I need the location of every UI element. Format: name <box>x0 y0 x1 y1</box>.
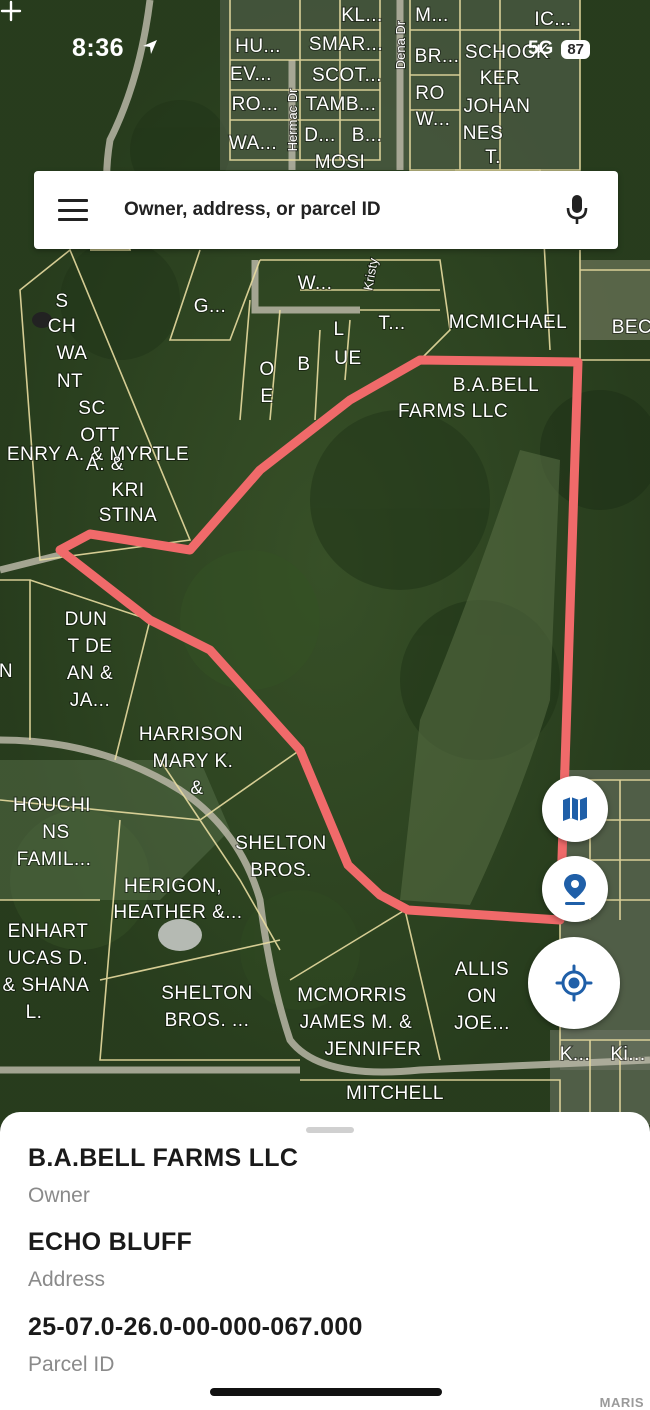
parcel-label: HEATHER &... <box>113 902 242 923</box>
parcel-id-value: 25-07.0-26.0-00-000-067.000 <box>28 1313 363 1341</box>
map-layers-button[interactable] <box>542 776 608 842</box>
parcel-label: SHELTON <box>161 983 253 1004</box>
parcel-label: SCOT... <box>312 65 382 86</box>
my-location-icon <box>555 964 593 1002</box>
parcel-label: K... <box>560 1044 591 1065</box>
parcel-label: JENNIFER <box>325 1039 422 1060</box>
parcel-label: UCAS D. <box>8 948 89 969</box>
parcel-label: TAMB... <box>306 94 377 115</box>
drop-pin-button[interactable] <box>542 856 608 922</box>
crosshair-icon <box>0 0 22 22</box>
parcel-label: A. & <box>86 454 124 475</box>
parcel-label: HERIGON, <box>124 876 222 897</box>
parcel-label: MARY K. <box>153 751 234 772</box>
address-value: ECHO BLUFF <box>28 1228 193 1256</box>
parcel-label: W... <box>298 273 333 294</box>
parcel-label: T DE <box>68 636 113 657</box>
status-time: 8:36 <box>72 34 125 62</box>
parcel-label: STINA <box>99 505 157 526</box>
parcel-label: IC... <box>534 9 571 30</box>
parcel-label: RO... <box>232 94 279 115</box>
status-right: 5G 87 <box>528 38 590 60</box>
parcel-label: HARRISON <box>139 724 243 745</box>
parcel-label: BEC <box>612 317 650 338</box>
parcel-label: Ki... <box>610 1044 645 1065</box>
parcel-label: N <box>0 661 13 682</box>
parcel-label: NT <box>57 371 83 392</box>
my-location-button[interactable] <box>528 937 620 1029</box>
parcel-label: M... <box>415 5 449 26</box>
parcel-label: JOHAN <box>464 96 531 117</box>
parcel-label: S <box>55 291 68 312</box>
parcel-label: FAMIL... <box>17 849 92 870</box>
parcel-label: ALLIS <box>455 959 509 980</box>
location-arrow-icon <box>143 40 157 54</box>
parcel-label: MCMORRIS <box>297 985 407 1006</box>
parcel-label: O <box>259 359 274 380</box>
parcel-label: B... <box>352 125 383 146</box>
parcel-label: ON <box>467 986 497 1007</box>
parcel-label: E <box>260 386 273 407</box>
microphone-icon[interactable] <box>564 193 590 227</box>
parcel-label: L <box>333 319 344 340</box>
parcel-label: JA... <box>70 690 111 711</box>
location-pin-icon <box>564 874 586 905</box>
address-label: Address <box>28 1268 106 1291</box>
watermark: MARIS <box>599 1395 644 1410</box>
street-label: Dena Dr <box>393 20 408 69</box>
parcel-label: SHELTON <box>235 833 327 854</box>
map-icon <box>563 797 587 821</box>
parcel-label: G... <box>194 296 227 317</box>
parcel-label: L. <box>26 1002 43 1023</box>
parcel-label: KRI <box>111 480 144 501</box>
parcel-label: EV... <box>230 64 272 85</box>
parcel-label: MITCHELL <box>346 1083 444 1104</box>
owner-value: B.A.BELL FARMS LLC <box>28 1144 299 1172</box>
hamburger-menu-icon[interactable] <box>58 199 88 221</box>
parcel-label: AN & <box>67 663 113 684</box>
parcel-label: & <box>190 778 203 799</box>
parcel-label: W... <box>416 109 451 130</box>
parcel-label: UE <box>334 348 361 369</box>
parcel-label: WA <box>57 343 88 364</box>
sheet-drag-handle[interactable] <box>306 1127 354 1133</box>
owner-label: Owner <box>28 1184 90 1207</box>
parcel-label: T... <box>378 313 405 334</box>
parcel-label: MOSI <box>315 152 366 173</box>
parcel-label: SMAR... <box>309 34 383 55</box>
parcel-label: WA... <box>229 133 277 154</box>
parcel-label: JOE... <box>454 1013 510 1034</box>
parcel-label: ENHART <box>8 921 89 942</box>
parcel-label: JAMES M. & <box>300 1012 413 1033</box>
search-bar <box>34 171 618 249</box>
street-label: Hermac Dr <box>285 88 300 152</box>
parcel-label: BR... <box>415 46 460 67</box>
parcel-label: KER <box>480 68 521 89</box>
parcel-label: HU... <box>235 36 281 57</box>
parcel-label: HOUCHI <box>13 795 91 816</box>
parcel-name-line-1: B.A.BELL <box>453 375 539 396</box>
search-input[interactable] <box>124 199 564 221</box>
parcel-label: NS <box>42 822 69 843</box>
parcel-label: T. <box>485 147 501 168</box>
parcel-label: & SHANA <box>3 975 90 996</box>
parcel-label: D... <box>304 125 336 146</box>
parcel-name-line-2: FARMS LLC <box>398 401 508 422</box>
parcel-label: KL... <box>341 5 383 26</box>
network-label: 5G <box>527 38 554 59</box>
parcel-label: BROS. <box>250 860 312 881</box>
parcel-label: NES <box>463 123 504 144</box>
parcel-label: RO <box>415 83 445 104</box>
parcel-label: CH <box>48 316 76 337</box>
parcel-details-sheet[interactable]: B.A.BELL FARMS LLC Owner ECHO BLUFF Addr… <box>0 1112 650 1410</box>
parcel-label: B <box>297 354 310 375</box>
parcel-label: SC <box>78 398 105 419</box>
home-indicator[interactable] <box>210 1388 442 1396</box>
parcel-label: BROS. ... <box>165 1010 250 1031</box>
parcel-label: DUN <box>65 609 108 630</box>
parcel-label: MCMICHAEL <box>449 312 568 333</box>
parcel-label: OTT <box>80 425 120 446</box>
parcel-id-label: Parcel ID <box>28 1353 115 1376</box>
battery-icon: 87 <box>561 39 590 59</box>
